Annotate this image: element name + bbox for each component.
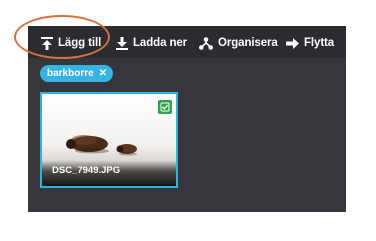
upload-icon <box>41 36 53 50</box>
arrow-right-icon <box>286 37 299 49</box>
thumbnail-filename: DSC_7949.JPG <box>52 165 121 176</box>
media-panel: Lägg till Ladda ner Organisera Flytta ba… <box>28 26 346 212</box>
organize-icon <box>199 36 213 50</box>
download-button-label: Ladda ner <box>133 37 188 49</box>
download-button[interactable]: Ladda ner <box>116 35 187 51</box>
move-button-label: Flytta <box>304 37 335 49</box>
checkmark-icon[interactable] <box>157 99 173 115</box>
toolbar: Lägg till Ladda ner Organisera Flytta <box>28 26 346 58</box>
image-thumbnail[interactable]: DSC_7949.JPG <box>40 92 178 188</box>
check-glyph-icon <box>160 102 170 112</box>
organize-button[interactable]: Organisera <box>199 35 278 51</box>
tag-remove-icon[interactable]: ✕ <box>99 68 107 79</box>
download-icon <box>116 36 128 50</box>
move-button[interactable]: Flytta <box>286 35 334 51</box>
add-button[interactable]: Lägg till <box>41 35 101 51</box>
add-button-label: Lägg till <box>58 37 102 49</box>
tag-filter-label: barkborre <box>47 68 94 79</box>
organize-button-label: Organisera <box>218 37 278 49</box>
tag-filter-chip[interactable]: barkborre ✕ <box>40 65 114 82</box>
